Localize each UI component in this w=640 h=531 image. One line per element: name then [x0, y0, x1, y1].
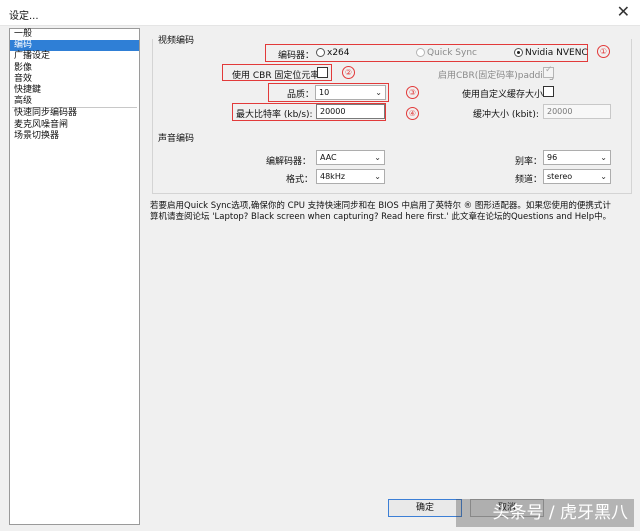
quality-select[interactable]: 10 ⌄: [315, 85, 386, 100]
chevron-down-icon: ⌄: [600, 172, 607, 181]
custom-buffer-label: 使用自定义缓存大小: [462, 90, 544, 100]
quick-sync-note: 若要启用Quick Sync选项,确保你的 CPU 支持快速同步和在 BIOS …: [150, 201, 638, 223]
audio-bitrate-label: 别率：: [515, 157, 543, 167]
buffer-size-label: 缓冲大小 (kbit):: [473, 110, 539, 120]
chevron-down-icon: ⌄: [374, 153, 381, 162]
codec-select-value: AAC: [320, 153, 337, 162]
format-select-value: 48kHz: [320, 172, 346, 181]
sidebar-item-general[interactable]: 一般: [10, 29, 139, 40]
note-line-2: 算机请查阅论坛 'Laptop? Black screen when captu…: [150, 212, 612, 222]
annotation-marker-3: ③: [406, 86, 419, 99]
channels-label: 频道：: [515, 175, 543, 185]
audio-bitrate-select-value: 96: [547, 153, 558, 162]
format-label: 格式：: [286, 175, 314, 185]
codec-select[interactable]: AAC ⌄: [316, 150, 385, 165]
encoder-label: 编码器：: [278, 51, 315, 61]
max-bitrate-input[interactable]: 20000: [316, 104, 385, 119]
radio-quick-sync[interactable]: Quick Sync: [416, 48, 477, 58]
chevron-down-icon: ⌄: [374, 172, 381, 181]
video-group-legend: 视频编码: [158, 36, 195, 46]
radio-nvenc-indicator: [514, 48, 523, 57]
radio-x264-label: x264: [327, 48, 350, 58]
window-title: 设定...: [9, 11, 39, 22]
close-icon[interactable]: ✕: [617, 3, 630, 21]
buffer-size-input[interactable]: 20000: [543, 104, 611, 119]
sidebar-item-broadcast[interactable]: 广播设定: [10, 51, 139, 62]
encoding-panel: 视频编码 编码器： x264 Quick Sync Nvidia NVENC ①…: [140, 28, 640, 531]
radio-nvenc[interactable]: Nvidia NVENC: [514, 48, 588, 58]
cbr-padding-checkbox[interactable]: [543, 65, 554, 78]
sidebar-item-quick-sync[interactable]: 快速同步编码器: [10, 108, 139, 119]
channels-select-value: stereo: [547, 172, 573, 181]
radio-quick-sync-label: Quick Sync: [427, 48, 478, 58]
radio-x264-indicator: [316, 48, 325, 57]
sidebar-item-hotkeys[interactable]: 快捷鍵: [10, 85, 139, 96]
quality-label: 品质：: [287, 90, 315, 100]
sidebar-item-video[interactable]: 影像: [10, 63, 139, 74]
channels-select[interactable]: stereo ⌄: [543, 169, 611, 184]
sidebar-item-encoding[interactable]: 编码: [10, 40, 139, 52]
audio-group-legend: 声音编码: [158, 134, 195, 144]
radio-x264[interactable]: x264: [316, 48, 350, 58]
sidebar-item-advanced[interactable]: 高级: [10, 96, 139, 107]
annotation-marker-4: ④: [406, 107, 419, 120]
radio-nvenc-label: Nvidia NVENC: [525, 48, 588, 58]
note-line-1: 若要启用Quick Sync选项,确保你的 CPU 支持快速同步和在 BIOS …: [150, 201, 611, 211]
quality-select-value: 10: [319, 88, 330, 97]
cbr-padding-label: 启用CBR(固定码率)padding: [438, 71, 555, 81]
codec-label: 编解码器：: [266, 157, 312, 167]
sidebar-item-audio[interactable]: 音效: [10, 74, 139, 85]
custom-buffer-checkbox[interactable]: [543, 86, 554, 97]
cbr-label: 使用 CBR 固定位元率: [232, 71, 320, 81]
radio-quick-sync-indicator: [416, 48, 425, 57]
title-bar: 设定... ✕: [0, 0, 640, 26]
chevron-down-icon: ⌄: [375, 88, 382, 97]
format-select[interactable]: 48kHz ⌄: [316, 169, 385, 184]
ok-button[interactable]: 确定: [388, 499, 462, 517]
annotation-marker-2: ②: [342, 66, 355, 79]
sidebar-item-scene-switcher[interactable]: 场景切换器: [10, 131, 139, 142]
annotation-marker-1: ①: [597, 45, 610, 58]
watermark-overlay: 头条号 / 虎牙黑八: [456, 499, 634, 527]
chevron-down-icon: ⌄: [600, 153, 607, 162]
audio-encoding-group: [152, 136, 632, 194]
sidebar-item-mic-noise-gate[interactable]: 麦克风噪音闸: [10, 120, 139, 131]
max-bitrate-label: 最大比特率 (kb/s):: [236, 110, 313, 120]
settings-sidebar: 一般 编码 广播设定 影像 音效 快捷鍵 高级 快速同步编码器 麦克风噪音闸 场…: [9, 28, 140, 525]
audio-bitrate-select[interactable]: 96 ⌄: [543, 150, 611, 165]
cbr-checkbox[interactable]: [317, 67, 328, 78]
